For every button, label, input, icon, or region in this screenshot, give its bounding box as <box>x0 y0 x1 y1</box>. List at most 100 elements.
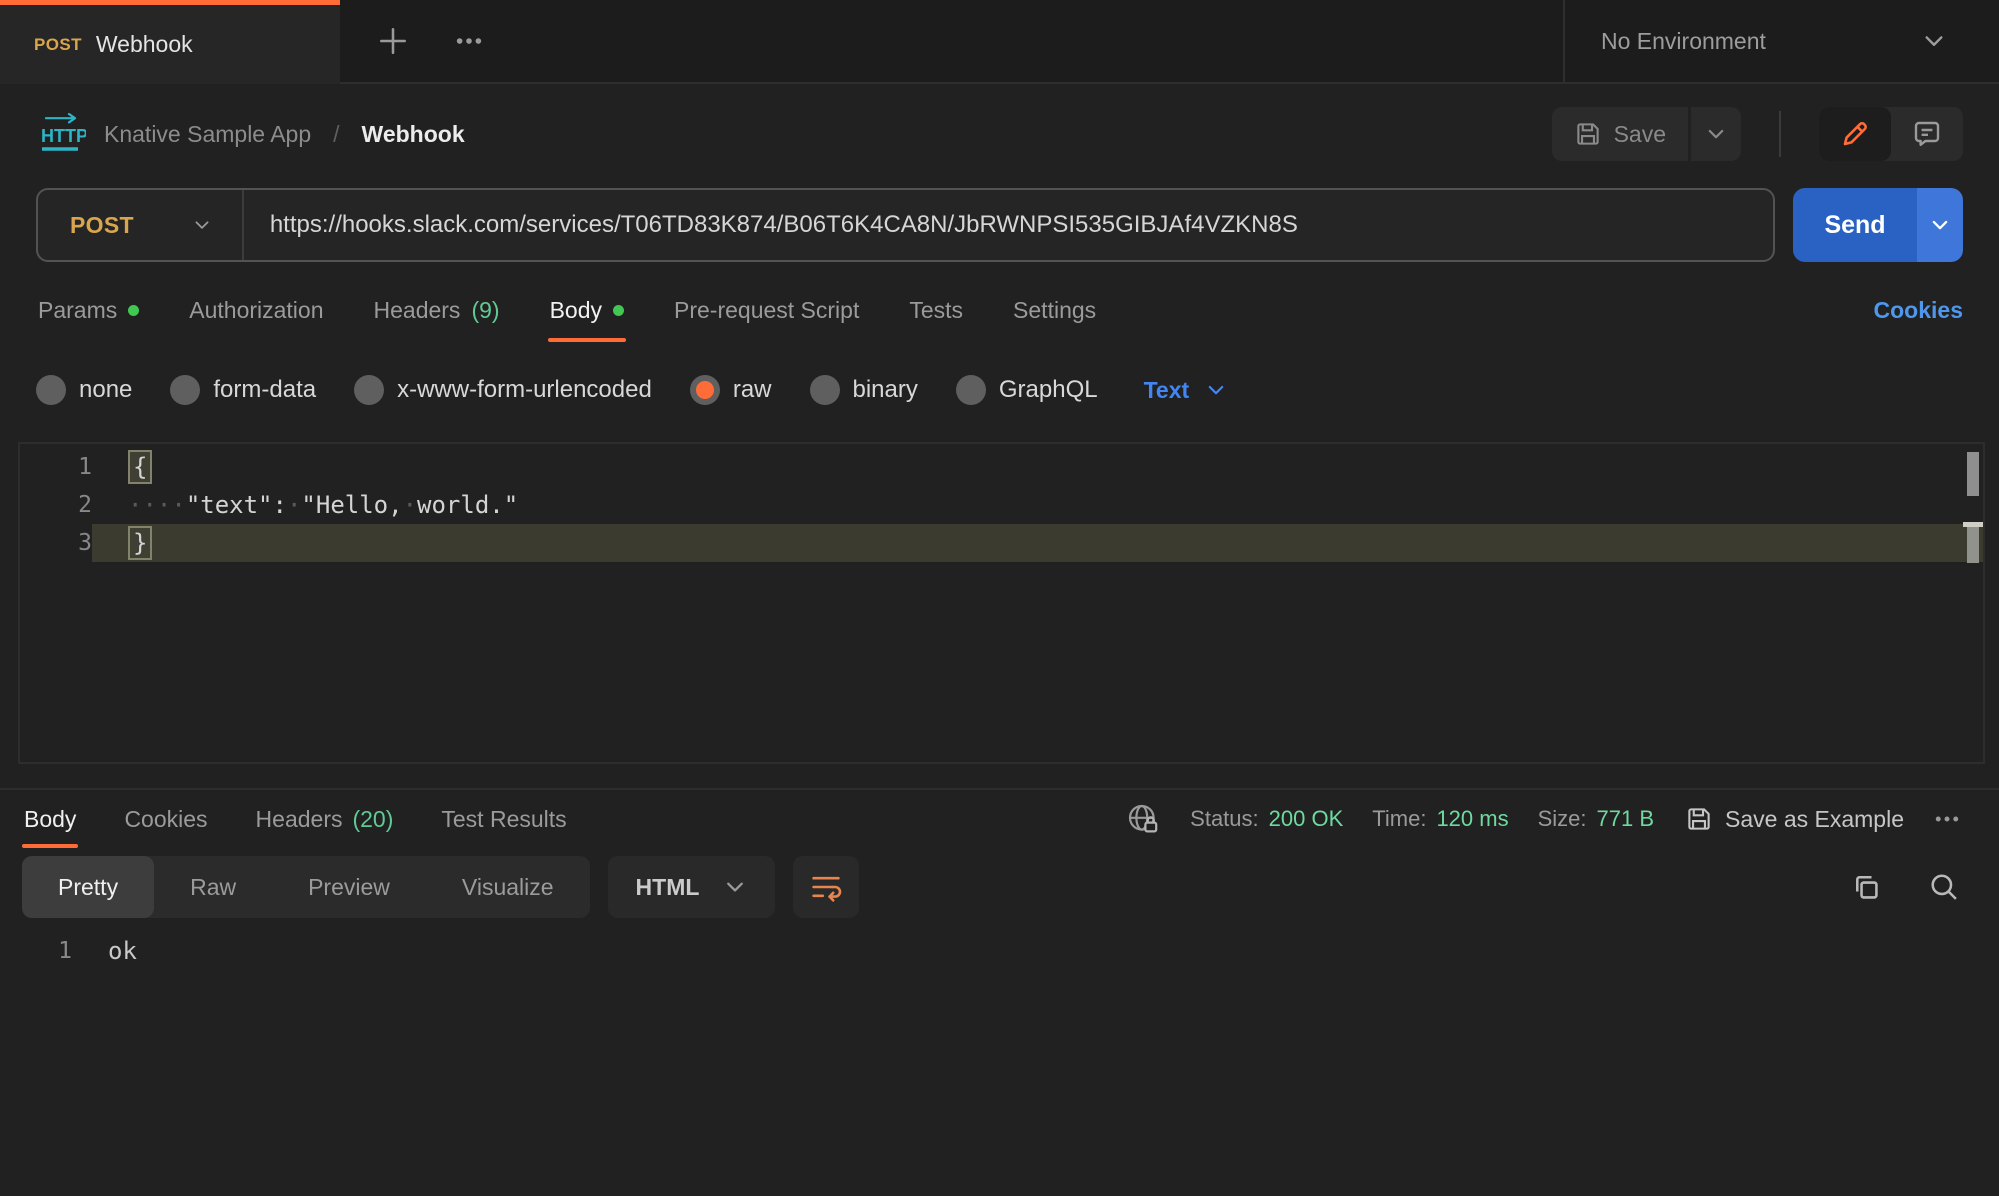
search-response-button[interactable] <box>1927 870 1961 904</box>
tab-count-badge: (20) <box>352 806 393 833</box>
send-options-button[interactable] <box>1917 188 1963 262</box>
request-tab-webhook[interactable]: POST Webhook <box>0 0 340 84</box>
editor-line-3[interactable]: 3} <box>20 524 1983 562</box>
view-raw[interactable]: Raw <box>154 856 272 918</box>
url-input[interactable]: https://hooks.slack.com/services/T06TD83… <box>244 211 1298 239</box>
tab-label: Headers <box>374 297 461 324</box>
request-tabs-spacer <box>1098 286 1873 352</box>
save-options-button[interactable] <box>1691 107 1741 161</box>
cookies-link[interactable]: Cookies <box>1874 286 1963 352</box>
tab-strip-rest <box>340 0 1563 84</box>
breadcrumb-current: Webhook <box>362 121 465 148</box>
tab-label: Body <box>24 806 76 833</box>
scrollbar-thumb[interactable] <box>1967 452 1979 496</box>
body-type-graphql[interactable]: GraphQL <box>956 375 1098 405</box>
whitespace-dot: · <box>403 491 417 519</box>
chevron-down-icon <box>1705 123 1727 145</box>
breadcrumb-workspace[interactable]: Knative Sample App <box>104 121 311 148</box>
tab-tests[interactable]: Tests <box>907 286 965 352</box>
chevron-down-icon <box>192 215 212 235</box>
radio-button[interactable] <box>956 375 986 405</box>
whitespace-dot: · <box>171 491 185 519</box>
editor-scrollbar[interactable] <box>1963 444 1983 762</box>
body-type-row: none form-data x-www-form-urlencoded raw bin… <box>0 368 1999 412</box>
body-type-binary[interactable]: binary <box>810 375 918 405</box>
http-badge-text: HTTP <box>41 126 86 146</box>
view-visualize[interactable]: Visualize <box>426 856 590 918</box>
response-body[interactable]: 1ok <box>0 932 1999 970</box>
raw-format-selector[interactable]: Text <box>1144 377 1228 404</box>
response-tab-cookies[interactable]: Cookies <box>122 790 209 848</box>
radio-label: form-data <box>213 376 316 404</box>
comment-icon <box>1911 118 1943 150</box>
body-type-raw[interactable]: raw <box>690 375 772 405</box>
line-content: ok <box>72 932 1999 970</box>
green-dot-indicator <box>613 305 624 316</box>
tab-pre-request-script[interactable]: Pre-request Script <box>672 286 861 352</box>
response-tab-test-results[interactable]: Test Results <box>439 790 568 848</box>
body-type-x-www-form-urlencoded[interactable]: x-www-form-urlencoded <box>354 375 652 405</box>
tab-settings[interactable]: Settings <box>1011 286 1098 352</box>
tab-options-button[interactable] <box>454 26 484 56</box>
tab-body[interactable]: Body <box>548 286 626 352</box>
body-type-none[interactable]: none <box>36 375 132 405</box>
send-button[interactable]: Send <box>1793 188 1917 262</box>
globe-lock-icon <box>1125 801 1161 837</box>
wrap-text-button[interactable] <box>793 856 859 918</box>
line-number: 3 <box>20 524 92 562</box>
tab-label: Authorization <box>189 297 323 324</box>
response-options-button[interactable] <box>1933 805 1961 833</box>
http-request-icon: HTTP <box>36 113 86 155</box>
line-number: 1 <box>0 932 72 970</box>
chevron-down-icon <box>1205 379 1227 401</box>
body-type-form-data[interactable]: form-data <box>170 375 316 405</box>
tab-params[interactable]: Params <box>36 286 141 352</box>
radio-label: none <box>79 376 132 404</box>
copy-response-button[interactable] <box>1849 870 1883 904</box>
response-section: Body Cookies Headers(20) Test Results Statu… <box>0 788 1999 970</box>
response-tab-body[interactable]: Body <box>22 790 78 848</box>
editor-line-2[interactable]: 2····"text":·"Hello,·world." <box>20 486 1983 524</box>
floppy-disk-icon <box>1685 805 1713 833</box>
size-group[interactable]: Size: 771 B <box>1538 806 1654 832</box>
request-method-badge: POST <box>34 35 82 55</box>
view-preview[interactable]: Preview <box>272 856 426 918</box>
line-number: 2 <box>20 486 92 524</box>
tab-label: Pre-request Script <box>674 297 859 324</box>
response-header: Body Cookies Headers(20) Test Results Statu… <box>0 790 1999 848</box>
time-group[interactable]: Time: 120 ms <box>1372 806 1508 832</box>
tab-headers[interactable]: Headers(9) <box>372 286 502 352</box>
response-toolbar: PrettyRawPreviewVisualize HTML <box>0 856 1999 918</box>
response-actions <box>1849 870 1977 904</box>
tab-label: Params <box>38 297 117 324</box>
radio-button[interactable] <box>810 375 840 405</box>
bracket-match-highlight: } <box>128 526 152 560</box>
radio-label: x-www-form-urlencoded <box>397 376 652 404</box>
documentation-button-group <box>1819 107 1963 161</box>
comments-button[interactable] <box>1891 107 1963 161</box>
raw-format-label: Text <box>1144 377 1190 404</box>
plus-icon <box>376 24 410 58</box>
radio-button[interactable] <box>354 375 384 405</box>
method-selector[interactable]: POST <box>38 212 242 239</box>
response-format-selector[interactable]: HTML <box>608 856 776 918</box>
radio-button[interactable] <box>36 375 66 405</box>
edit-description-button[interactable] <box>1819 107 1891 161</box>
save-as-example-button[interactable]: Save as Example <box>1685 805 1904 833</box>
postman-app: POST Webhook No Environment HTTP Knative… <box>0 0 1999 1196</box>
environment-selector[interactable]: No Environment <box>1563 0 1999 84</box>
line-content: } <box>92 524 1983 562</box>
radio-button[interactable] <box>170 375 200 405</box>
radio-button[interactable] <box>690 375 720 405</box>
response-tab-headers[interactable]: Headers(20) <box>254 790 396 848</box>
save-button[interactable]: Save <box>1552 107 1688 161</box>
status-group[interactable]: Status: 200 OK <box>1190 806 1343 832</box>
editor-line-1[interactable]: 1{ <box>20 448 1983 486</box>
pencil-icon <box>1839 118 1871 150</box>
environment-label: No Environment <box>1601 28 1766 55</box>
view-pretty[interactable]: Pretty <box>22 856 154 918</box>
request-body-editor[interactable]: 1{2····"text":·"Hello,·world."3} <box>18 442 1985 764</box>
tab-authorization[interactable]: Authorization <box>187 286 325 352</box>
new-tab-button[interactable] <box>376 24 410 58</box>
time-value: 120 ms <box>1436 806 1508 832</box>
